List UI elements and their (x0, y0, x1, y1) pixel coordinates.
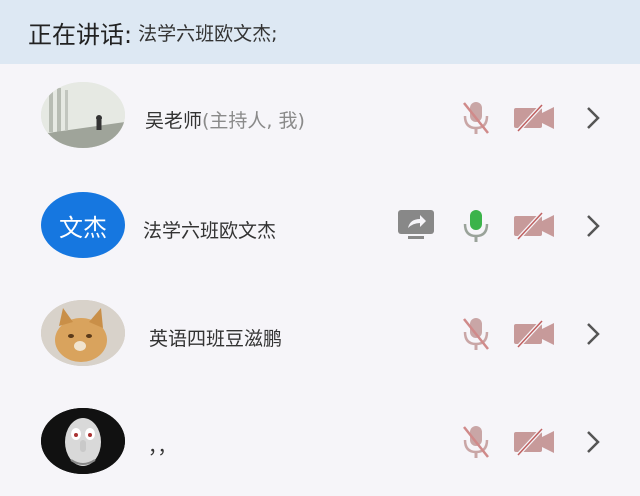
chevron-right-icon[interactable] (583, 428, 603, 456)
screen-share-icon[interactable] (396, 208, 436, 242)
avatar (41, 300, 125, 366)
participant-role: (主持人, 我) (202, 110, 305, 132)
camera-off-icon[interactable] (512, 103, 556, 133)
participant-row[interactable]: 吴老师(主持人, 我) (0, 64, 640, 172)
camera-off-icon[interactable] (512, 427, 556, 457)
mic-muted-icon[interactable] (460, 424, 492, 460)
participant-name: ，， (148, 436, 177, 458)
avatar (41, 408, 125, 474)
mic-muted-icon[interactable] (460, 100, 492, 136)
chevron-right-icon[interactable] (583, 212, 603, 240)
participant-name-text: 吴老师 (145, 110, 203, 132)
participant-row[interactable]: 文杰 法学六班欧文杰 (0, 172, 640, 280)
chevron-right-icon[interactable] (583, 104, 603, 132)
avatar-photo-icon (41, 82, 125, 148)
avatar: 文杰 (41, 192, 125, 258)
speaking-indicator-bar: 正在讲话: 法学六班欧文杰; (0, 0, 640, 64)
participant-list: 吴老师(主持人, 我) 文杰 法学六班欧文杰 英语四班豆滋鹏 ，， (0, 64, 640, 474)
participant-row[interactable]: 英语四班豆滋鹏 (0, 280, 640, 388)
cat-avatar-icon (41, 300, 125, 366)
mic-muted-icon[interactable] (460, 316, 492, 352)
participant-name: 法学六班欧文杰 (143, 220, 277, 242)
speaking-name: 法学六班欧文杰; (138, 22, 278, 45)
speaking-label: 正在讲话: (28, 20, 133, 49)
camera-off-icon[interactable] (512, 319, 556, 349)
participant-name: 吴老师(主持人, 我) (145, 106, 305, 133)
camera-off-icon[interactable] (512, 211, 556, 241)
avatar (41, 82, 125, 148)
participant-name: 英语四班豆滋鹏 (149, 328, 283, 350)
avatar-text: 文杰 (59, 213, 107, 242)
chevron-right-icon[interactable] (583, 320, 603, 348)
cartoon-avatar-icon (41, 408, 125, 474)
mic-active-icon[interactable] (460, 208, 492, 244)
